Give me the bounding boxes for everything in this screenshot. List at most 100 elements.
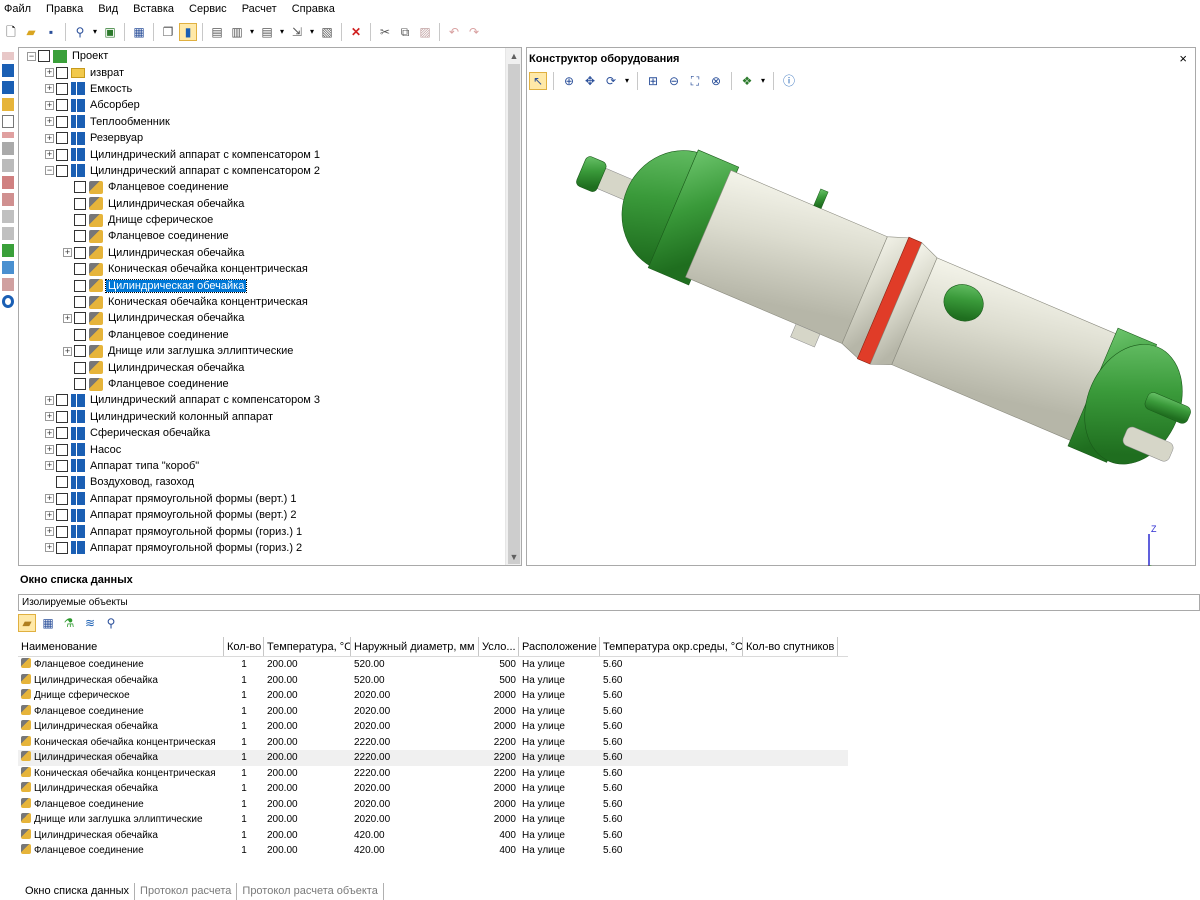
table-row[interactable]: Коническая обечайка концентрическая 1 200.…: [18, 735, 848, 751]
tree-item[interactable]: + Аппарат прямоугольной формы (гориз.) 2: [19, 540, 505, 556]
table-row[interactable]: Фланцевое соединение 1 200.00 2020.00 2000 На…: [18, 797, 848, 813]
calculator-icon[interactable]: ▦: [130, 23, 148, 41]
select-pointer-icon[interactable]: ↖: [529, 72, 547, 90]
document-icon[interactable]: ▤: [208, 23, 226, 41]
zoom-window-icon[interactable]: ⊞: [644, 72, 662, 90]
dropdown-arrow-icon[interactable]: ▾: [278, 23, 286, 41]
dropdown-arrow-icon[interactable]: ▾: [623, 72, 631, 90]
search-icon[interactable]: ⚲: [102, 614, 120, 632]
find-icon[interactable]: ⚲: [71, 23, 89, 41]
tree-item[interactable]: Фланцевое соединение: [19, 327, 505, 343]
open-folder-icon[interactable]: ▰: [22, 23, 40, 41]
table-row[interactable]: Цилиндрическая обечайка 1 200.00 2020.00 200…: [18, 781, 848, 797]
calc-list-icon[interactable]: ▦: [39, 614, 57, 632]
expand-icon[interactable]: +: [45, 461, 54, 471]
vessel-pair-icon[interactable]: [2, 81, 14, 94]
redo-icon[interactable]: ↷: [465, 23, 483, 41]
delete-icon[interactable]: ✕: [347, 23, 365, 41]
tree-item[interactable]: Фланцевое соединение: [19, 376, 505, 392]
scroll-up-icon[interactable]: ▲: [506, 48, 521, 64]
scroll-down-icon[interactable]: ▼: [506, 549, 521, 565]
tree-checkbox[interactable]: [56, 164, 68, 177]
tree-item[interactable]: Цилиндрическая обечайка: [19, 196, 505, 212]
cut-icon[interactable]: ✂: [376, 23, 394, 41]
report-icon[interactable]: ▧: [318, 23, 336, 41]
tree-item[interactable]: Фланцевое соединение: [19, 228, 505, 244]
tree-checkbox[interactable]: [38, 50, 50, 63]
tree-item[interactable]: + Насос: [19, 441, 505, 457]
tree-checkbox[interactable]: [56, 66, 68, 79]
pipe-tee-icon[interactable]: [2, 115, 14, 128]
flask-icon[interactable]: [2, 244, 14, 257]
tree-item[interactable]: + Сферическая обечайка: [19, 425, 505, 441]
tab-0[interactable]: Окно списка данных: [20, 883, 136, 900]
tree-checkbox[interactable]: [56, 132, 68, 145]
dropdown-arrow-icon[interactable]: ▾: [759, 72, 767, 90]
menu-item-0[interactable]: Файл: [4, 3, 31, 15]
tree-item[interactable]: Фланцевое соединение: [19, 179, 505, 195]
document-dropdown-icon[interactable]: ▥: [228, 23, 246, 41]
tree-item[interactable]: + Цилиндрическая обечайка: [19, 245, 505, 261]
menu-item-4[interactable]: Сервис: [189, 3, 227, 15]
cylinder-icon[interactable]: [2, 278, 14, 291]
table-row[interactable]: Фланцевое соединение 1 200.00 420.00 400 На у…: [18, 843, 848, 859]
support-icon[interactable]: [2, 227, 14, 240]
table-row[interactable]: Цилиндрическая обечайка 1 200.00 520.00 500 Н…: [18, 673, 848, 689]
flange-icon[interactable]: [2, 159, 14, 172]
column-header[interactable]: Наименование: [18, 637, 224, 656]
expand-icon[interactable]: +: [45, 133, 54, 143]
tree-scrollbar[interactable]: ▲ ▼: [505, 48, 521, 565]
save-icon[interactable]: ▪: [42, 23, 60, 41]
3d-model-view[interactable]: Z Y X: [527, 94, 1195, 566]
expand-icon[interactable]: +: [63, 248, 72, 258]
tree-item[interactable]: + Цилиндрическая обечайка: [19, 310, 505, 326]
menu-item-5[interactable]: Расчет: [242, 3, 277, 15]
zoom-icon[interactable]: ⊕: [560, 72, 578, 90]
tree-checkbox[interactable]: [56, 541, 68, 554]
dropdown-arrow-icon[interactable]: ▾: [91, 23, 99, 41]
expand-icon[interactable]: +: [45, 428, 54, 438]
tree-checkbox[interactable]: [56, 115, 68, 128]
tab-1[interactable]: Протокол расчета: [135, 883, 238, 900]
table-row[interactable]: Фланцевое соединение 1 200.00 520.00 500 На у…: [18, 657, 848, 673]
tree-checkbox[interactable]: [74, 230, 86, 243]
scroll-thumb[interactable]: [508, 64, 520, 564]
zoom-selection-icon[interactable]: ⊗: [707, 72, 725, 90]
menu-item-6[interactable]: Справка: [292, 3, 335, 15]
elbow-icon[interactable]: [2, 193, 14, 206]
paste-icon[interactable]: ▨: [416, 23, 434, 41]
dropdown-arrow-icon[interactable]: ▾: [308, 23, 316, 41]
column-header[interactable]: Температура, °С: [264, 637, 351, 656]
tree-checkbox[interactable]: [74, 279, 86, 292]
tree-checkbox[interactable]: [56, 427, 68, 440]
menu-item-3[interactable]: Вставка: [133, 3, 174, 15]
tree-item[interactable]: Воздуховод, газоход: [19, 474, 505, 490]
tree-checkbox[interactable]: [74, 181, 86, 194]
tree-item[interactable]: + Цилиндрический колонный аппарат: [19, 409, 505, 425]
collapse-icon[interactable]: −: [27, 51, 36, 61]
ring-icon[interactable]: [2, 295, 14, 308]
tree-item[interactable]: + Аппарат типа "короб": [19, 458, 505, 474]
tree-checkbox[interactable]: [74, 312, 86, 325]
menu-item-2[interactable]: Вид: [98, 3, 118, 15]
tree-item[interactable]: + Аппарат прямоугольной формы (верт.) 2: [19, 507, 505, 523]
new-file-icon[interactable]: 🗋: [2, 23, 20, 41]
tree-checkbox[interactable]: [74, 378, 86, 390]
data-list-filter[interactable]: Изолируемые объекты: [18, 594, 1200, 611]
pipe-segment-icon[interactable]: [2, 132, 14, 138]
table-row[interactable]: Цилиндрическая обечайка 1 200.00 2020.00 200…: [18, 719, 848, 735]
tree-item[interactable]: + Емкость: [19, 81, 505, 97]
help-icon[interactable]: ⓘ: [780, 72, 798, 90]
expand-icon[interactable]: +: [45, 527, 54, 537]
expand-icon[interactable]: +: [45, 543, 54, 553]
flask-icon[interactable]: ⚗: [60, 614, 78, 632]
tree-checkbox[interactable]: [56, 525, 68, 538]
tree-checkbox[interactable]: [74, 345, 86, 358]
undo-icon[interactable]: ↶: [445, 23, 463, 41]
table-row[interactable]: Днище сферическое 1 200.00 2020.00 2000 На ул…: [18, 688, 848, 704]
expand-icon[interactable]: +: [45, 510, 54, 520]
tree-checkbox[interactable]: [74, 197, 86, 210]
collapse-icon[interactable]: −: [45, 166, 54, 176]
plate-icon[interactable]: [2, 52, 14, 60]
page-layout-icon[interactable]: ▤: [258, 23, 276, 41]
